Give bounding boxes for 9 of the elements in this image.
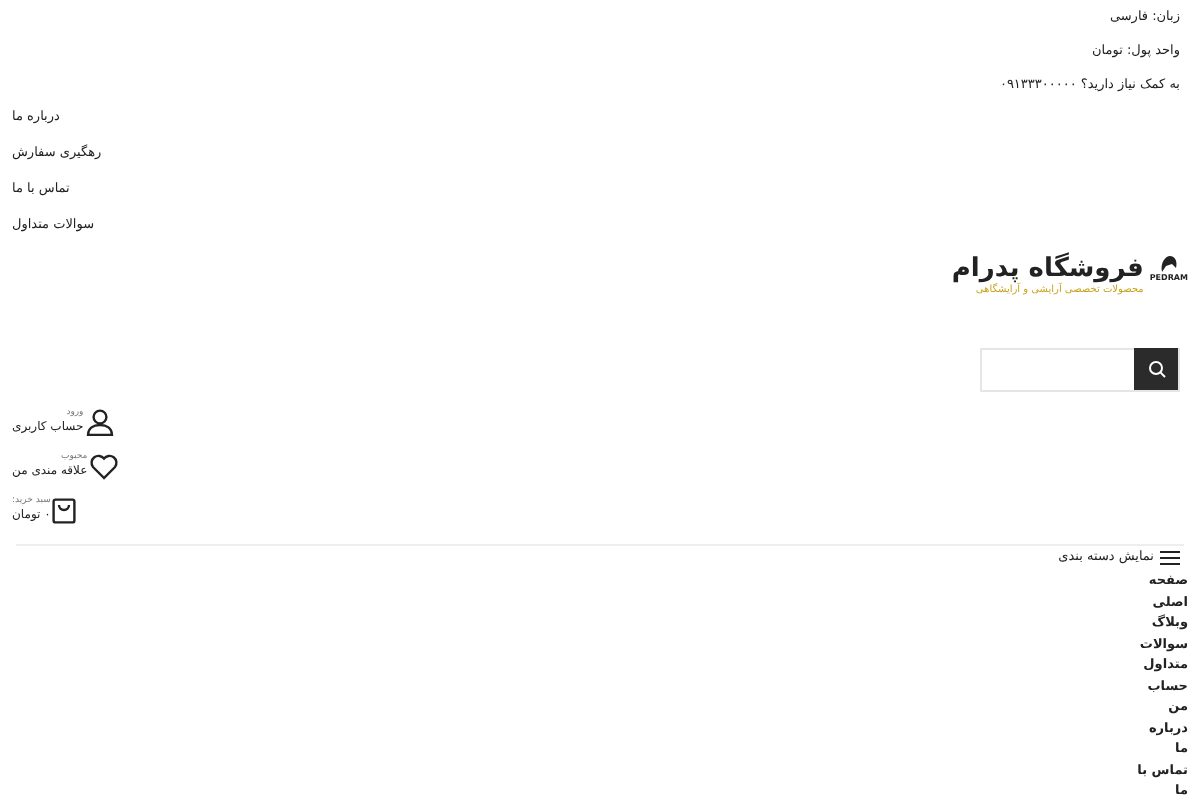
search-button[interactable]	[1134, 348, 1178, 391]
logo-title: فروشگاه پدرام	[951, 256, 1144, 285]
search-icon	[1147, 360, 1165, 379]
user-icon	[85, 408, 114, 437]
menu-icon	[1160, 550, 1180, 567]
face-silhouette-icon	[1159, 256, 1178, 273]
search-field[interactable]	[980, 348, 1180, 393]
heart-icon	[89, 453, 118, 480]
bag-icon	[52, 497, 77, 524]
